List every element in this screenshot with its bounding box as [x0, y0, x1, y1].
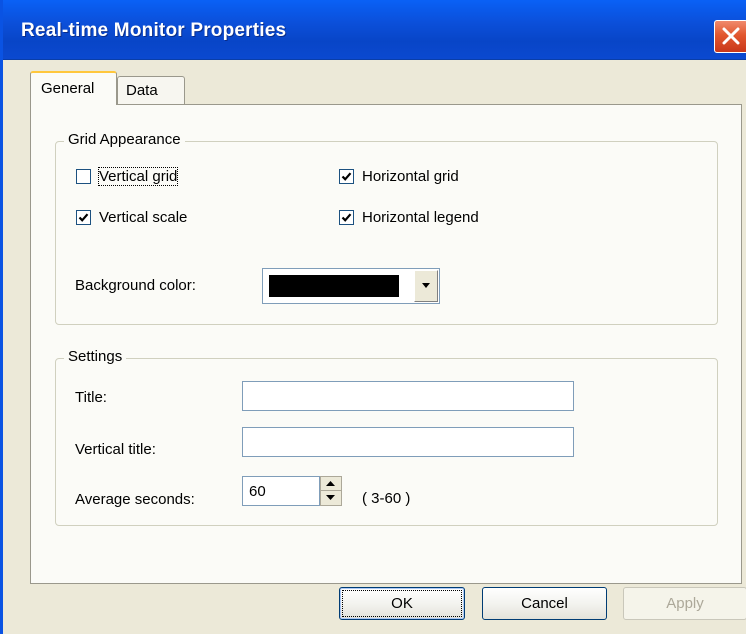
dialog-window: Real-time Monitor Properties General Dat… [0, 0, 746, 634]
checkmark-icon [78, 213, 89, 222]
close-button[interactable] [714, 20, 746, 53]
background-color-label: Background color: [75, 277, 196, 294]
background-color-swatch [269, 275, 399, 297]
tab-panel-general: Grid Appearance Vertical grid Horizontal… [30, 104, 742, 584]
arrow-up-icon [326, 481, 335, 486]
grid-appearance-label: Grid Appearance [64, 131, 185, 148]
cancel-button[interactable]: Cancel [482, 587, 607, 620]
average-seconds-spinner[interactable] [320, 476, 342, 506]
title-label: Title: [75, 389, 107, 406]
dropdown-arrow-button[interactable] [414, 270, 438, 302]
settings-label: Settings [64, 348, 127, 365]
tab-general-label: General [41, 80, 95, 97]
title-input[interactable] [243, 382, 573, 410]
vertical-grid-checkbox[interactable]: Vertical grid [76, 167, 179, 186]
horizontal-legend-checkbox[interactable]: Horizontal legend [339, 209, 479, 226]
grid-appearance-group: Grid Appearance Vertical grid Horizontal… [55, 131, 718, 325]
settings-group: Settings Title: Vertical title: Average … [55, 348, 718, 526]
close-icon [722, 27, 740, 45]
tab-general[interactable]: General [30, 71, 117, 105]
horizontal-grid-label: Horizontal grid [362, 168, 459, 185]
spin-up-button[interactable] [321, 477, 341, 491]
horizontal-legend-label: Horizontal legend [362, 209, 479, 226]
arrow-down-icon [326, 495, 335, 500]
horizontal-legend-check-box[interactable] [339, 210, 354, 225]
tab-data-label: Data [126, 82, 158, 99]
checkmark-icon [341, 172, 352, 181]
checkmark-icon [341, 213, 352, 222]
vertical-title-label: Vertical title: [75, 441, 156, 458]
horizontal-grid-check-box[interactable] [339, 169, 354, 184]
horizontal-grid-checkbox[interactable]: Horizontal grid [339, 168, 459, 185]
average-seconds-range: ( 3-60 ) [362, 490, 411, 507]
vertical-grid-label: Vertical grid [97, 167, 179, 186]
tab-data[interactable]: Data [117, 76, 185, 104]
window-title: Real-time Monitor Properties [21, 20, 287, 41]
background-color-dropdown[interactable] [262, 268, 440, 304]
vertical-scale-check-box[interactable] [76, 210, 91, 225]
ok-button[interactable]: OK [339, 587, 465, 620]
average-seconds-input[interactable] [243, 477, 319, 505]
vertical-grid-check-box[interactable] [76, 169, 91, 184]
vertical-title-field[interactable] [242, 427, 574, 457]
apply-button[interactable]: Apply [623, 587, 746, 620]
spin-down-button[interactable] [321, 491, 341, 505]
chevron-down-icon [422, 283, 430, 288]
vertical-scale-label: Vertical scale [99, 209, 188, 226]
vertical-title-input[interactable] [243, 428, 573, 456]
vertical-scale-checkbox[interactable]: Vertical scale [76, 209, 187, 226]
title-bar[interactable]: Real-time Monitor Properties [3, 0, 746, 60]
average-seconds-label: Average seconds: [75, 491, 195, 508]
average-seconds-field[interactable] [242, 476, 320, 506]
title-field[interactable] [242, 381, 574, 411]
